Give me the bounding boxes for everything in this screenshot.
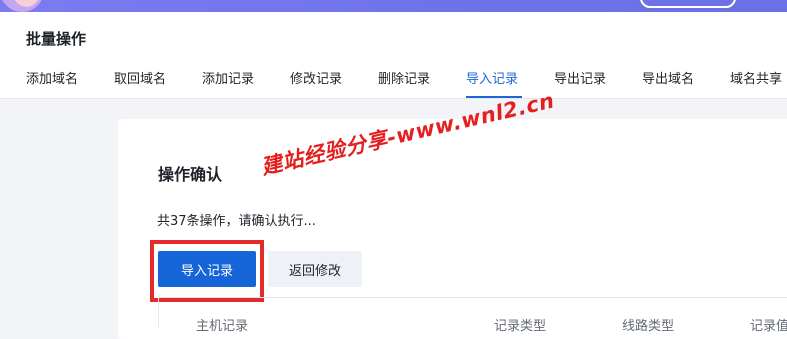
tab-import-record[interactable]: 导入记录 [466, 68, 518, 87]
tab-delete-record[interactable]: 删除记录 [378, 68, 430, 87]
table-border-left [158, 297, 159, 327]
table-header-value: 记录值 [750, 319, 787, 334]
table-header-line: 线路类型 [622, 319, 675, 334]
tab-add-domain[interactable]: 添加域名 [26, 68, 78, 87]
tab-add-record[interactable]: 添加记录 [202, 68, 254, 87]
import-record-button[interactable]: 导入记录 [158, 251, 256, 287]
tab-export-domain[interactable]: 导出域名 [642, 68, 694, 87]
page-header: 批量操作 添加域名 取回域名 添加记录 修改记录 删除记录 导入记录 导出记录 … [0, 12, 787, 99]
confirm-card: 操作确认 共37条操作，请确认执行... 导入记录 返回修改 主机记录 记录类型… [118, 119, 787, 339]
tab-retrieve-domain[interactable]: 取回域名 [114, 68, 166, 87]
tab-export-record[interactable]: 导出记录 [554, 68, 606, 87]
tab-modify-record[interactable]: 修改记录 [290, 68, 342, 87]
top-banner-pill-button[interactable] [640, 0, 736, 8]
back-to-edit-button[interactable]: 返回修改 [268, 251, 362, 287]
table-header-host: 主机记录 [196, 319, 249, 334]
table-border [158, 297, 787, 298]
top-banner [0, 0, 787, 12]
section-title: 操作确认 [158, 165, 223, 184]
table-header-type: 记录类型 [494, 319, 547, 334]
page-title: 批量操作 [26, 30, 87, 48]
tab-domain-share[interactable]: 域名共享 [730, 68, 782, 87]
avatar[interactable] [0, 0, 44, 12]
confirm-message: 共37条操作，请确认执行... [157, 214, 316, 229]
